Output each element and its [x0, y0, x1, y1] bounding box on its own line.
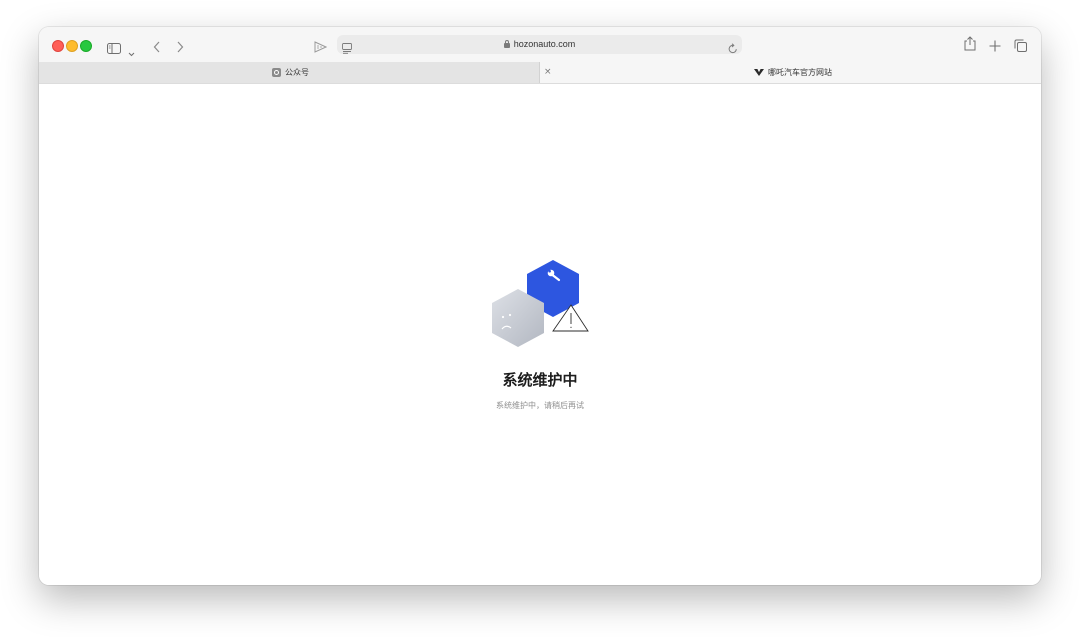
address-bar[interactable]: hozonauto.com	[337, 35, 742, 54]
minimize-window-button[interactable]	[66, 40, 78, 52]
page-title: 系统维护中	[502, 371, 578, 389]
tab-bar: 公众号 哪吒汽车官方网站 ×	[39, 62, 1041, 84]
page-tools-icon[interactable]	[314, 38, 328, 57]
forward-icon[interactable]	[176, 38, 184, 57]
tab-title: 公众号	[285, 68, 309, 77]
tab-hozon[interactable]: 哪吒汽车官方网站	[540, 62, 1041, 83]
chevron-down-icon[interactable]	[128, 42, 135, 61]
tab-title: 哪吒汽车官方网站	[768, 68, 832, 77]
tab-title-wrapper-active: 哪吒汽车官方网站	[754, 62, 832, 83]
browser-toolbar: hozonauto.com	[39, 27, 1041, 62]
browser-window: hozonauto.com 公众号 哪吒汽车官方网站 × 系统维护中 系统维护中…	[39, 27, 1041, 585]
maintenance-message: 系统维护中，请稍后再试	[496, 401, 584, 410]
tab-wechat[interactable]: 公众号	[39, 62, 540, 83]
tab-close-button[interactable]: ×	[544, 62, 552, 83]
close-window-button[interactable]	[52, 40, 64, 52]
tab-overview-icon[interactable]	[1014, 37, 1027, 56]
url-display[interactable]: hozonauto.com	[337, 35, 742, 54]
maximize-window-button[interactable]	[80, 40, 92, 52]
lock-icon	[503, 40, 510, 48]
share-icon[interactable]	[964, 36, 976, 55]
neta-logo-icon	[754, 63, 764, 84]
back-icon[interactable]	[153, 38, 161, 57]
page-content: 系统维护中 系统维护中，请稍后再试	[39, 84, 1041, 585]
tab-title-wrapper: 公众号	[272, 62, 309, 83]
wechat-favicon-icon	[272, 68, 281, 77]
maintenance-illustration	[489, 259, 595, 351]
reload-icon[interactable]	[728, 39, 738, 58]
new-tab-icon[interactable]	[989, 37, 1001, 56]
sidebar-icon[interactable]	[107, 39, 121, 58]
url-text: hozonauto.com	[513, 39, 576, 49]
